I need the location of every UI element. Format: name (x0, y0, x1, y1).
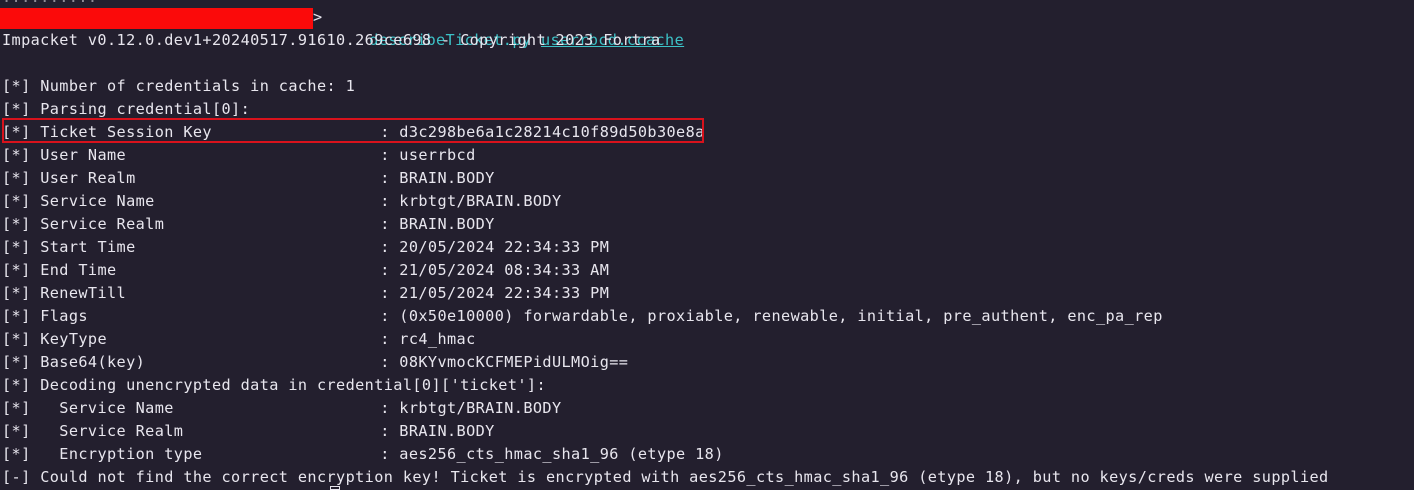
line-label: KeyType (40, 330, 107, 348)
output-line: [*] KeyType : rc4_hmac (2, 328, 476, 351)
line-prefix: [*] (2, 422, 31, 440)
output-line: [*] End Time : 21/05/2024 08:34:33 AM (2, 259, 609, 282)
line-value: : 21/05/2024 08:34:33 AM (380, 261, 610, 279)
line-prefix: [*] (2, 215, 31, 233)
line-prefix: [*] (2, 77, 31, 95)
line-value: : BRAIN.BODY (380, 422, 495, 440)
line-label: Service Name (40, 192, 155, 210)
line-value: : krbtgt/BRAIN.BODY (380, 192, 562, 210)
line-prefix: [*] (2, 238, 31, 256)
line-value: : userrbcd (380, 146, 476, 164)
command-line: describeTicket.py userrbcd.ccache (331, 6, 684, 49)
line-label: Flags (40, 307, 88, 325)
line-prefix: [*] (2, 307, 31, 325)
session-key-highlight-box (2, 118, 704, 143)
line-label: User Name (40, 146, 127, 164)
line-prefix: [-] (2, 468, 31, 486)
output-line: [*] Base64(key) : 08KYvmocKCFMEPidULMOig=… (2, 351, 628, 374)
output-line: [*] Service Realm : BRAIN.BODY (2, 213, 495, 236)
line-value: : rc4_hmac (380, 330, 476, 348)
line-prefix: [*] (2, 353, 31, 371)
output-line: [*] Service Name : krbtgt/BRAIN.BODY (2, 190, 562, 213)
line-label: Service Name (40, 399, 174, 417)
output-line: [*] Service Name : krbtgt/BRAIN.BODY (2, 397, 562, 420)
line-prefix: [*] (2, 445, 31, 463)
line-prefix: [*] (2, 261, 31, 279)
redacted-prompt (0, 8, 313, 29)
line-label: User Realm (40, 169, 136, 187)
banner-line: Impacket v0.12.0.dev1+20240517.91610.269… (2, 31, 661, 49)
line-label: Number of credentials in cache: 1 (40, 77, 356, 95)
line-prefix: [*] (2, 100, 31, 118)
output-line: [*] User Name : userrbcd (2, 144, 476, 167)
line-label: Base64(key) (40, 353, 146, 371)
line-prefix: [*] (2, 284, 31, 302)
line-prefix: [*] (2, 169, 31, 187)
line-label: Encryption type (40, 445, 203, 463)
output-line: [-] Could not find the correct encryptio… (2, 466, 1329, 489)
line-value: : 08KYvmocKCFMEPidULMOig== (380, 353, 629, 371)
output-line: [*] RenewTill : 21/05/2024 22:34:33 PM (2, 282, 609, 305)
line-prefix: [*] (2, 376, 31, 394)
line-prefix: [*] (2, 192, 31, 210)
line-prefix: [*] (2, 399, 31, 417)
prompt-arrow: > (313, 8, 323, 26)
line-label: Decoding unencrypted data in credential[… (40, 376, 547, 394)
line-label: Parsing credential[0]: (40, 100, 251, 118)
line-value: : BRAIN.BODY (380, 215, 495, 233)
line-prefix: [*] (2, 146, 31, 164)
line-label: RenewTill (40, 284, 127, 302)
line-value: : 21/05/2024 22:34:33 PM (380, 284, 610, 302)
line-value: : 20/05/2024 22:34:33 PM (380, 238, 610, 256)
line-value: : krbtgt/BRAIN.BODY (380, 399, 562, 417)
output-line: [*] Decoding unencrypted data in credent… (2, 374, 546, 397)
output-line: [*] Start Time : 20/05/2024 22:34:33 PM (2, 236, 609, 259)
text-cursor (330, 486, 340, 490)
line-label: Start Time (40, 238, 136, 256)
terminal-window[interactable]: .......... > describeTicket.py userrbcd.… (0, 0, 1414, 490)
line-value: : (0x50e10000) forwardable, proxiable, r… (380, 307, 1163, 325)
line-prefix: [*] (2, 330, 31, 348)
line-label: End Time (40, 261, 117, 279)
output-line: [*] User Realm : BRAIN.BODY (2, 167, 495, 190)
output-line: [*] Service Realm : BRAIN.BODY (2, 420, 495, 443)
output-line: [*] Flags : (0x50e10000) forwardable, pro… (2, 305, 1163, 328)
line-label: Could not find the correct encryption ke… (40, 468, 1329, 486)
output-line: [*] Encryption type : aes256_cts_hmac_sha… (2, 443, 724, 466)
line-label: Service Realm (40, 422, 184, 440)
line-label: Service Realm (40, 215, 165, 233)
line-value: : aes256_cts_hmac_sha1_96 (etype 18) (380, 445, 724, 463)
output-line: [*] Number of credentials in cache: 1 (2, 75, 355, 98)
line-value: : BRAIN.BODY (380, 169, 495, 187)
